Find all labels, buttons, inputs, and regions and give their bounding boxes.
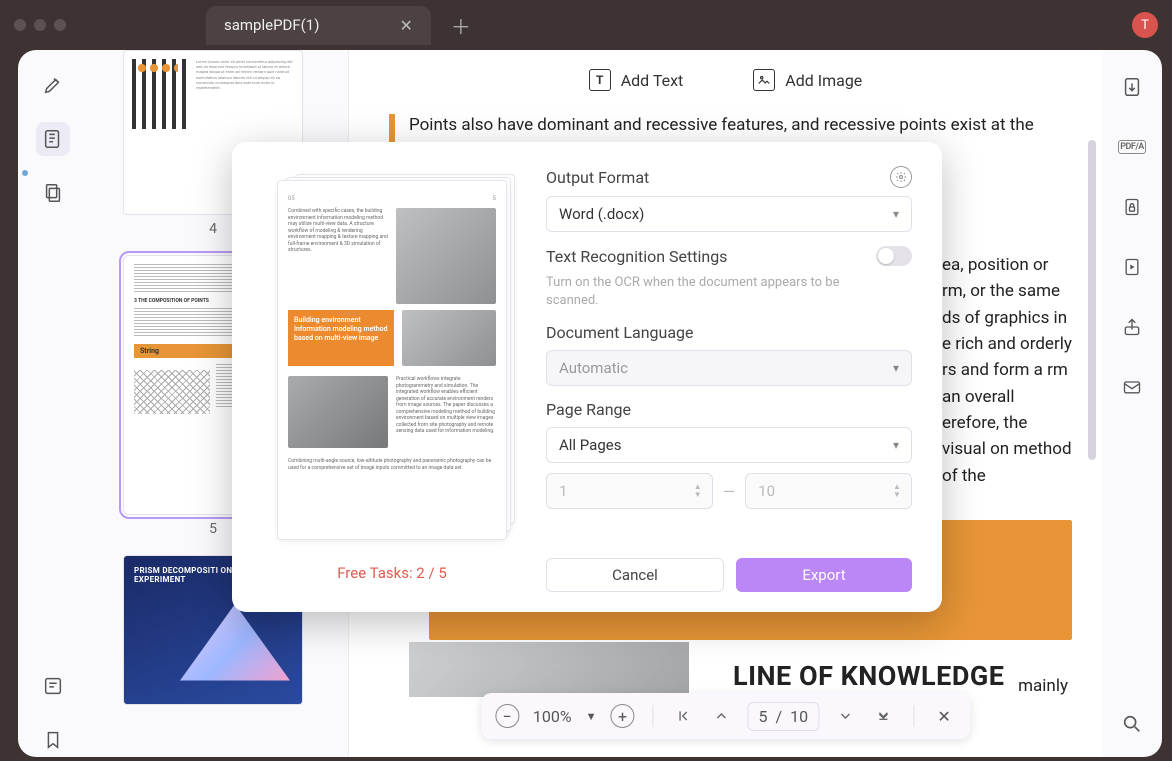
- ocr-hint: Turn on the OCR when the document appear…: [546, 274, 856, 309]
- range-to-value: 10: [758, 482, 775, 500]
- output-format-select[interactable]: Word (.docx): [546, 196, 912, 232]
- stepper-icon[interactable]: ▲▼: [893, 478, 905, 504]
- range-from-input[interactable]: 1 ▲▼: [546, 473, 713, 509]
- output-format-value: Word (.docx): [559, 205, 644, 223]
- ocr-label: Text Recognition Settings: [546, 247, 727, 266]
- export-dialog: 055 Combined with specific cases, the bu…: [232, 142, 942, 612]
- range-to-input[interactable]: 10 ▲▼: [745, 473, 912, 509]
- modal-overlay: 055 Combined with specific cases, the bu…: [0, 0, 1172, 761]
- export-button[interactable]: Export: [736, 558, 912, 592]
- export-form: Output Format Word (.docx) Text Recognit…: [546, 166, 912, 592]
- range-from-value: 1: [559, 482, 567, 500]
- export-preview-pane: 055 Combined with specific cases, the bu…: [262, 166, 522, 592]
- language-select: Automatic: [546, 350, 912, 386]
- settings-gear-icon[interactable]: [890, 166, 912, 188]
- language-label: Document Language: [546, 323, 694, 342]
- page-range-value: All Pages: [559, 436, 621, 454]
- ocr-toggle[interactable]: [876, 246, 912, 266]
- language-value: Automatic: [559, 359, 628, 377]
- preview-stack: 055 Combined with specific cases, the bu…: [277, 180, 507, 550]
- range-dash: —: [723, 482, 736, 501]
- output-format-label: Output Format: [546, 168, 649, 187]
- page-range-label: Page Range: [546, 400, 631, 419]
- cancel-button[interactable]: Cancel: [546, 558, 724, 592]
- page-range-select[interactable]: All Pages: [546, 427, 912, 463]
- stepper-icon[interactable]: ▲▼: [694, 478, 706, 504]
- free-tasks-label: Free Tasks: 2 / 5: [337, 564, 447, 582]
- preview-orange-caption: Building environment Information modelin…: [288, 310, 394, 366]
